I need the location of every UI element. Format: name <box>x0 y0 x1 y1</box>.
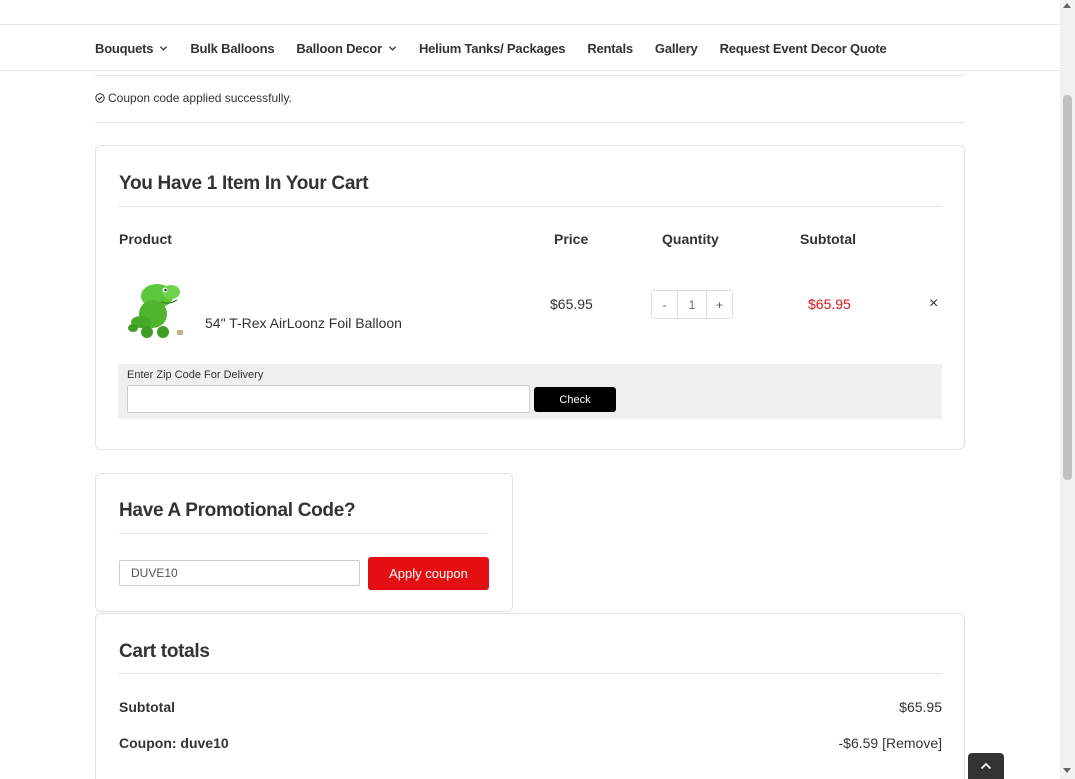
scroll-up-arrow-icon[interactable] <box>1063 3 1071 8</box>
cart-totals-panel <box>95 613 965 779</box>
divider <box>95 122 965 123</box>
divider <box>119 206 942 207</box>
scroll-down-arrow-icon[interactable] <box>1063 768 1071 773</box>
nav-item-rentals[interactable]: Rentals <box>587 41 633 56</box>
divider <box>95 75 965 76</box>
nav-item-label: Gallery <box>654 40 698 56</box>
quantity-stepper: - 1 + <box>651 290 733 319</box>
nav-item-gallery[interactable]: Gallery <box>655 41 698 56</box>
product-price: $65.95 <box>550 296 593 312</box>
nav-item-label: Request Event Decor Quote <box>719 40 887 56</box>
column-header-quantity: Quantity <box>662 231 719 247</box>
chevron-down-icon <box>388 45 397 51</box>
main-navigation: Bouquets Bulk Balloons Balloon Decor Hel… <box>0 25 1060 71</box>
scrollbar-thumb[interactable] <box>1063 95 1072 480</box>
chevron-up-icon <box>980 762 992 770</box>
column-header-product: Product <box>119 231 172 247</box>
nav-item-label: Rentals <box>587 40 633 56</box>
column-header-subtotal: Subtotal <box>800 231 856 247</box>
quantity-input[interactable]: 1 <box>678 290 706 319</box>
remove-item-button[interactable]: × <box>929 296 938 312</box>
totals-row-label: Coupon: duve10 <box>119 735 229 751</box>
coupon-code-input[interactable]: DUVE10 <box>119 560 360 586</box>
check-circle-icon <box>95 93 105 103</box>
cart-title: You Have 1 Item In Your Cart <box>119 173 369 194</box>
nav-item-request-quote[interactable]: Request Event Decor Quote <box>720 41 887 56</box>
nav-item-label: Helium Tanks/ Packages <box>418 40 566 56</box>
nav-menu: Bouquets Bulk Balloons Balloon Decor Hel… <box>95 25 909 71</box>
cart-totals-title: Cart totals <box>119 641 210 662</box>
product-name-link[interactable]: 54" T-Rex AirLoonz Foil Balloon <box>205 315 402 331</box>
apply-coupon-button[interactable]: Apply coupon <box>368 557 489 590</box>
totals-row-value: $65.95 <box>899 699 942 715</box>
column-header-price: Price <box>554 231 589 247</box>
nav-item-bulk-balloons[interactable]: Bulk Balloons <box>190 41 274 56</box>
divider <box>119 533 489 534</box>
coupon-notice: Coupon code applied successfully. <box>95 91 292 105</box>
back-to-top-button[interactable] <box>968 753 1004 779</box>
promo-title: Have A Promotional Code? <box>119 500 356 521</box>
quantity-increase-button[interactable]: + <box>706 290 733 319</box>
product-subtotal: $65.95 <box>808 296 851 312</box>
divider <box>119 673 942 674</box>
nav-item-helium-tanks[interactable]: Helium Tanks/ Packages <box>418 40 566 56</box>
totals-row-label: Subtotal <box>119 699 175 715</box>
t-rex-balloon-image[interactable] <box>121 272 187 340</box>
nav-item-balloon-decor[interactable]: Balloon Decor <box>296 41 397 56</box>
zip-code-input[interactable] <box>127 385 530 413</box>
notice-text: Coupon code applied successfully. <box>108 91 292 105</box>
quantity-decrease-button[interactable]: - <box>651 290 678 319</box>
coupon-code-value: DUVE10 <box>131 566 178 580</box>
coupon-remove-link[interactable]: -$6.59 [Remove] <box>839 735 943 751</box>
promo-panel <box>95 473 513 612</box>
chevron-down-icon <box>160 45 168 51</box>
nav-item-label: Bouquets <box>95 40 154 56</box>
zip-code-label: Enter Zip Code For Delivery <box>127 369 264 381</box>
nav-item-bouquets[interactable]: Bouquets <box>95 41 168 56</box>
check-zip-button[interactable]: Check <box>534 387 616 412</box>
top-bar <box>0 0 1060 25</box>
nav-item-label: Bulk Balloons <box>190 40 275 56</box>
nav-item-label: Balloon Decor <box>296 40 382 56</box>
